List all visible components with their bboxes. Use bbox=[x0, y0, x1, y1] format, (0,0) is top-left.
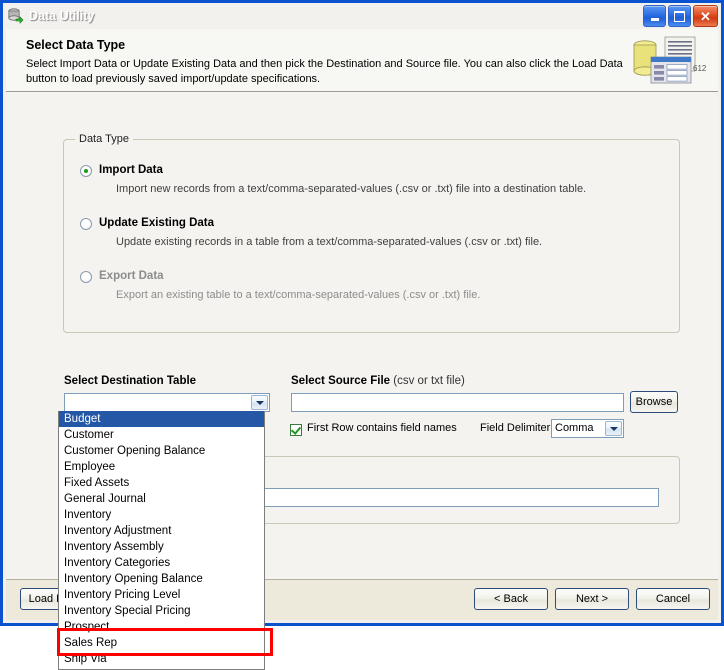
field-delimiter-label: Field Delimiter bbox=[480, 422, 551, 434]
database-documents-icon: 612 bbox=[631, 35, 707, 87]
destination-table-dropdown-list[interactable]: Budget Customer Customer Opening Balance Em… bbox=[58, 411, 265, 670]
dropdown-option[interactable]: Sales Rep bbox=[59, 635, 264, 651]
cancel-button[interactable]: Cancel bbox=[636, 588, 710, 610]
radio-update-existing-data-description: Update existing records in a table from … bbox=[116, 236, 543, 248]
chevron-down-icon[interactable] bbox=[605, 421, 622, 436]
first-row-checkbox[interactable] bbox=[290, 424, 302, 436]
dropdown-option[interactable]: Employee bbox=[59, 459, 264, 475]
field-delimiter-value: Comma bbox=[555, 422, 594, 434]
database-import-icon bbox=[7, 8, 24, 24]
dropdown-option[interactable]: Inventory Adjustment bbox=[59, 523, 264, 539]
source-file-label-text: Select Source File bbox=[291, 375, 391, 387]
chevron-down-icon[interactable] bbox=[251, 395, 268, 410]
dropdown-option[interactable]: Inventory Pricing Level bbox=[59, 587, 264, 603]
title-bar: Data Utility ✕ bbox=[3, 3, 721, 29]
dropdown-option[interactable]: Budget bbox=[59, 411, 264, 427]
dropdown-option[interactable]: Ship Via bbox=[59, 651, 264, 667]
destination-table-combobox[interactable] bbox=[64, 393, 270, 412]
close-button[interactable]: ✕ bbox=[693, 5, 718, 27]
dropdown-option[interactable]: Fixed Assets bbox=[59, 475, 264, 491]
radio-export-data-icon[interactable] bbox=[80, 271, 92, 283]
window-controls: ✕ bbox=[643, 5, 718, 27]
dropdown-option[interactable]: Inventory bbox=[59, 507, 264, 523]
data-type-group: Data Type Import Data Import new records… bbox=[63, 133, 680, 333]
data-type-legend: Data Type bbox=[75, 133, 133, 145]
radio-import-data-icon[interactable] bbox=[80, 165, 92, 177]
minimize-button[interactable] bbox=[643, 5, 666, 27]
radio-import-data-label: Import Data bbox=[99, 164, 163, 176]
dropdown-option[interactable]: Inventory Categories bbox=[59, 555, 264, 571]
close-icon: ✕ bbox=[700, 8, 711, 24]
browse-button[interactable]: Browse bbox=[630, 391, 678, 413]
dropdown-option[interactable]: Prospect bbox=[59, 619, 264, 635]
source-file-label: Select Source File (csv or txt file) bbox=[291, 375, 465, 387]
radio-update-existing-data-icon[interactable] bbox=[80, 218, 92, 230]
dropdown-option[interactable]: Customer bbox=[59, 427, 264, 443]
wizard-header: Select Data Type Select Import Data or U… bbox=[6, 29, 718, 92]
radio-export-data-description: Export an existing table to a text/comma… bbox=[116, 289, 481, 301]
maximize-icon bbox=[674, 10, 685, 22]
page-description: Select Import Data or Update Existing Da… bbox=[26, 58, 623, 85]
next-button[interactable]: Next > bbox=[555, 588, 629, 610]
dropdown-option[interactable]: Inventory Assembly bbox=[59, 539, 264, 555]
destination-table-label: Select Destination Table bbox=[64, 375, 197, 387]
maximize-button[interactable] bbox=[668, 5, 691, 27]
source-file-label-note: (csv or txt file) bbox=[393, 375, 465, 387]
svg-text:612: 612 bbox=[693, 64, 706, 73]
source-file-input[interactable] bbox=[291, 393, 624, 412]
radio-export-data-label: Export Data bbox=[99, 270, 164, 282]
dropdown-option[interactable]: Customer Opening Balance bbox=[59, 443, 264, 459]
dropdown-option[interactable]: Inventory Special Pricing bbox=[59, 603, 264, 619]
field-delimiter-combobox[interactable]: Comma bbox=[551, 419, 624, 438]
window-title: Data Utility bbox=[29, 9, 95, 23]
minimize-icon bbox=[650, 17, 659, 21]
first-row-label: First Row contains field names bbox=[307, 422, 457, 434]
dropdown-option[interactable]: Inventory Opening Balance bbox=[59, 571, 264, 587]
dropdown-option[interactable]: General Journal bbox=[59, 491, 264, 507]
page-title: Select Data Type bbox=[26, 38, 126, 52]
back-button[interactable]: < Back bbox=[474, 588, 548, 610]
radio-import-data-description: Import new records from a text/comma-sep… bbox=[116, 183, 587, 195]
radio-update-existing-data-label: Update Existing Data bbox=[99, 217, 215, 229]
